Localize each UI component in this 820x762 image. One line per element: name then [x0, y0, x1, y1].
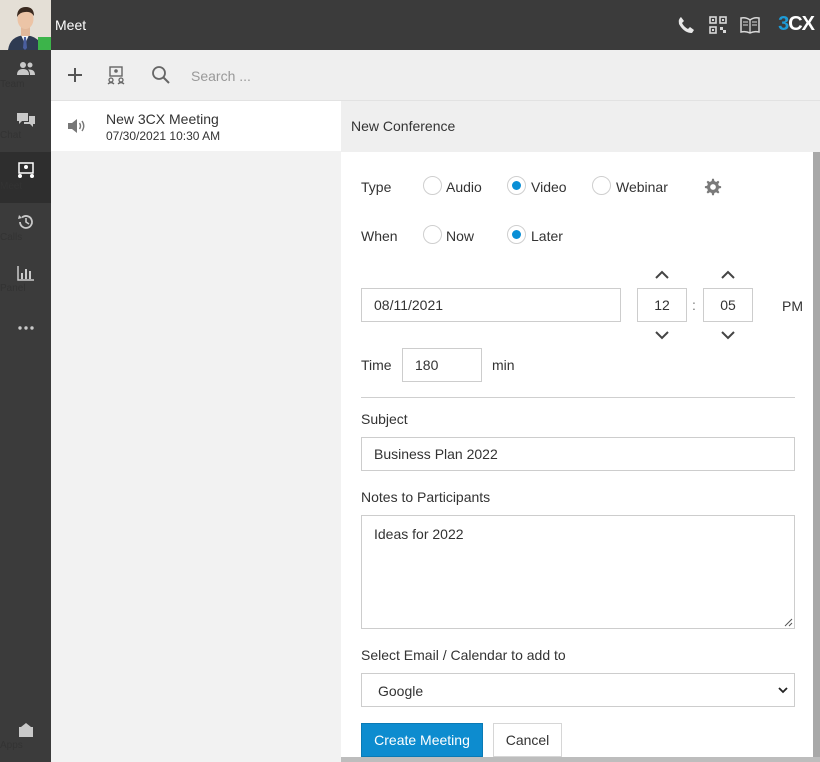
minute-down-chevron-icon[interactable]: [721, 331, 735, 340]
avatar[interactable]: [0, 0, 51, 50]
time-label: Time: [361, 357, 392, 373]
nav-item-panel[interactable]: Panel: [0, 254, 51, 305]
type-label: Type: [361, 179, 392, 195]
horizontal-scrollbar[interactable]: [341, 757, 820, 762]
meeting-date: 07/30/2021 10:30 AM: [106, 129, 221, 143]
nav-item-calls[interactable]: Calls: [0, 203, 51, 254]
time-separator: :: [692, 297, 696, 313]
more-icon: [17, 326, 34, 330]
nav-label-chat: Chat: [0, 130, 22, 141]
when-label: When: [361, 228, 398, 244]
nav-item-team[interactable]: Team: [0, 50, 51, 101]
subject-label: Subject: [361, 411, 408, 427]
resize-grip-icon[interactable]: [784, 618, 793, 627]
subject-input[interactable]: [361, 437, 795, 471]
list-item[interactable]: New 3CX Meeting 07/30/2021 10:30 AM: [51, 101, 341, 151]
apps-icon: [18, 723, 33, 737]
type-webinar-label[interactable]: Webinar: [616, 179, 668, 195]
conference-icon[interactable]: [106, 65, 126, 85]
hour-down-chevron-icon[interactable]: [655, 331, 669, 340]
team-icon: [16, 62, 35, 75]
type-audio-radio[interactable]: [423, 176, 442, 195]
nav-item-chat[interactable]: Chat: [0, 101, 51, 152]
hour-up-chevron-icon[interactable]: [655, 270, 669, 279]
brand-letters: CX: [788, 13, 815, 35]
date-input[interactable]: [361, 288, 621, 322]
page-title: Meet: [55, 17, 87, 33]
when-later-radio[interactable]: [507, 225, 526, 244]
nav-item-apps[interactable]: Apps: [0, 711, 51, 762]
type-video-label[interactable]: Video: [531, 179, 567, 195]
nav-label-team: Team: [0, 79, 25, 90]
brand-logo: 3CX: [778, 13, 815, 36]
ampm-toggle[interactable]: PM: [782, 298, 803, 314]
nav-label-meet: Meet: [0, 181, 23, 192]
notes-label: Notes to Participants: [361, 489, 491, 505]
brand-number: 3: [778, 13, 789, 35]
calls-icon: [17, 215, 33, 229]
speaker-icon: [68, 119, 85, 133]
duration-unit: min: [492, 357, 515, 373]
book-icon[interactable]: [740, 15, 760, 35]
presence-indicator: [38, 37, 51, 50]
conference-form: Type Audio Video Webinar When Now Later …: [341, 152, 813, 757]
minute-input[interactable]: [703, 288, 753, 322]
nav-label-calls: Calls: [0, 232, 23, 243]
duration-input[interactable]: [402, 348, 482, 382]
conference-header: New Conference: [341, 101, 820, 152]
when-now-radio[interactable]: [423, 225, 442, 244]
calendar-label: Select Email / Calendar to add to: [361, 647, 566, 663]
nav-item-meet[interactable]: Meet: [0, 152, 51, 203]
settings-gear-icon[interactable]: [704, 178, 722, 196]
notes-textarea[interactable]: Ideas for 2022: [361, 515, 795, 629]
meet-icon: [17, 162, 34, 178]
nav-item-more[interactable]: [0, 305, 51, 345]
left-nav: Team Chat Meet Calls Panel Apps: [0, 0, 51, 762]
search-icon[interactable]: [151, 65, 171, 85]
create-meeting-button[interactable]: Create Meeting: [361, 723, 483, 757]
hour-input[interactable]: [637, 288, 687, 322]
toolbar: [51, 50, 820, 101]
qr-code-icon[interactable]: [708, 15, 728, 35]
vertical-scrollbar[interactable]: [813, 152, 820, 757]
when-later-label[interactable]: Later: [531, 228, 563, 244]
calendar-selected-value: Google: [378, 683, 424, 699]
conference-title: New Conference: [351, 118, 456, 134]
type-webinar-radio[interactable]: [592, 176, 611, 195]
when-now-label[interactable]: Now: [446, 228, 474, 244]
nav-label-panel: Panel: [0, 283, 26, 294]
divider: [361, 397, 795, 398]
minute-up-chevron-icon[interactable]: [721, 270, 735, 279]
add-icon[interactable]: [65, 65, 85, 85]
type-audio-label[interactable]: Audio: [446, 179, 482, 195]
nav-label-apps: Apps: [0, 740, 23, 751]
chat-icon: [16, 113, 35, 127]
cancel-button[interactable]: Cancel: [493, 723, 562, 757]
phone-icon[interactable]: [676, 15, 696, 35]
type-video-radio[interactable]: [507, 176, 526, 195]
top-bar: Meet 3CX: [51, 0, 820, 50]
search-input[interactable]: [191, 64, 491, 88]
panel-icon: [16, 266, 34, 281]
calendar-select[interactable]: Google: [361, 673, 795, 707]
meeting-list: New 3CX Meeting 07/30/2021 10:30 AM: [51, 101, 341, 762]
meeting-name: New 3CX Meeting: [106, 111, 219, 127]
chevron-down-icon: [778, 687, 788, 694]
